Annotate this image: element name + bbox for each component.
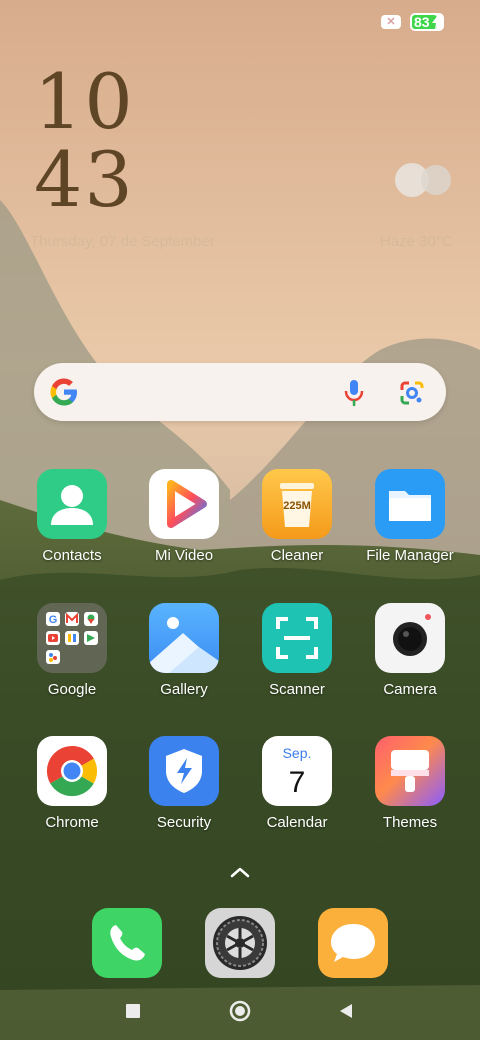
haze-clouds-icon — [395, 163, 451, 197]
themes-brush-icon — [375, 736, 445, 806]
app-contacts[interactable]: Contacts — [16, 469, 126, 579]
app-camera[interactable]: Camera — [354, 603, 464, 713]
clock-hours[interactable]: 10 — [34, 62, 134, 142]
app-label-camera: Camera — [383, 681, 437, 698]
app-cleaner[interactable]: 225M Cleaner — [241, 469, 351, 579]
date-text[interactable]: Thursday, 07 de September — [30, 233, 215, 250]
google-search-bar[interactable] — [34, 363, 446, 421]
triangle-back-icon[interactable] — [338, 1002, 354, 1020]
app-file-manager[interactable]: File Manager — [354, 469, 464, 579]
no-sim-icon: ✕ — [381, 15, 401, 29]
chevron-up-icon[interactable] — [228, 864, 252, 880]
phone-icon — [110, 925, 145, 961]
clock-minutes[interactable]: 43 — [34, 140, 134, 220]
chrome-icon — [37, 736, 107, 806]
app-label-file-manager: File Manager — [366, 547, 454, 564]
app-calendar[interactable]: Sep. 7 Calendar — [241, 736, 351, 846]
app-google-folder[interactable]: G Google — [16, 603, 126, 713]
contacts-icon — [37, 469, 107, 539]
dock-settings[interactable] — [205, 908, 275, 978]
calendar-day: 7 — [289, 766, 306, 799]
mi-video-play-icon — [149, 469, 219, 539]
app-themes[interactable]: Themes — [354, 736, 464, 846]
bolt-icon — [432, 15, 442, 29]
scanner-frame-icon — [262, 603, 332, 673]
app-mi-video[interactable]: Mi Video — [128, 469, 238, 579]
app-security[interactable]: Security — [128, 736, 238, 846]
cleaner-trash-icon: 225M — [262, 469, 332, 539]
dock-messaging[interactable] — [318, 908, 388, 978]
app-label-themes: Themes — [382, 814, 438, 831]
weather-text[interactable]: Haze 30°C — [380, 233, 453, 250]
message-bubble-icon — [331, 924, 375, 962]
dock-phone[interactable] — [92, 908, 162, 978]
cleaner-badge: 225M — [283, 500, 311, 512]
google-g-logo — [50, 378, 77, 406]
circle-home-icon[interactable] — [229, 1000, 251, 1022]
folder-icon — [375, 469, 445, 539]
app-scanner[interactable]: Scanner — [241, 603, 351, 713]
app-chrome[interactable]: Chrome — [16, 736, 126, 846]
battery-percent: 83 — [414, 14, 430, 30]
status-bar: ✕ 83 — [0, 10, 480, 36]
settings-gear-icon — [213, 916, 267, 970]
camera-lens-icon — [375, 603, 445, 673]
calendar-month: Sep. — [283, 745, 312, 761]
gallery-mountain-icon — [149, 603, 219, 673]
calendar-icon: Sep. 7 — [262, 736, 332, 806]
security-shield-icon — [149, 736, 219, 806]
app-gallery[interactable]: Gallery — [128, 603, 238, 713]
google-folder-icon: G — [37, 603, 107, 673]
square-recents-icon[interactable] — [126, 1004, 140, 1018]
microphone-icon[interactable] — [342, 378, 366, 408]
svg-text:G: G — [49, 614, 58, 626]
navigation-bar — [0, 990, 480, 1040]
google-lens-icon[interactable] — [398, 379, 426, 407]
